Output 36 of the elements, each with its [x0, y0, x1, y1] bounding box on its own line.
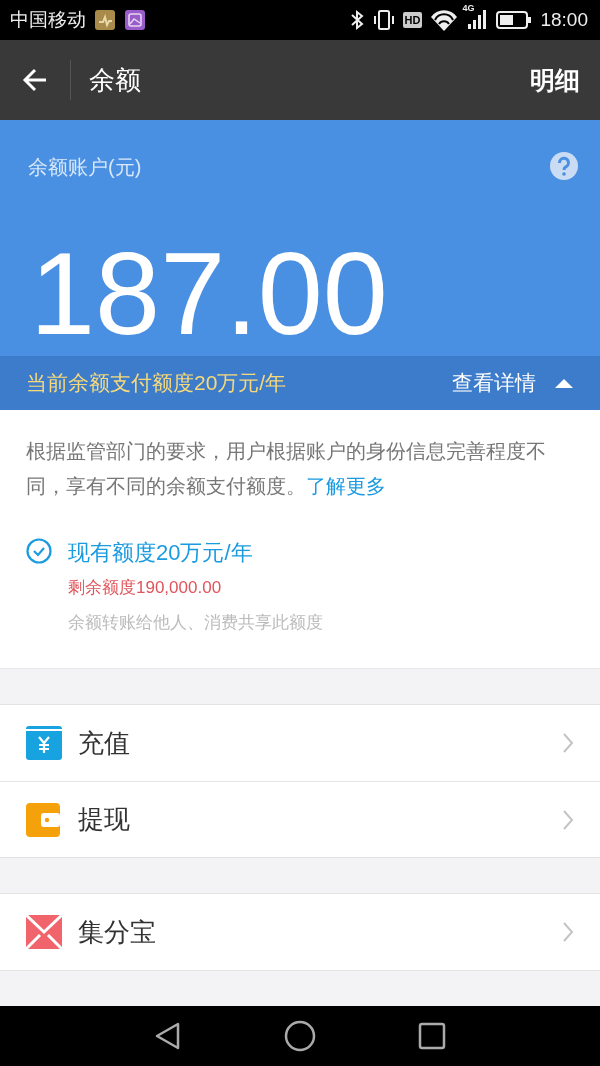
home-nav-button[interactable] — [284, 1020, 316, 1052]
carrier-name: 中国移动 — [10, 8, 86, 32]
chevron-right-icon — [562, 732, 574, 754]
health-app-icon — [94, 9, 116, 31]
limit-summary: 当前余额支付额度20万元/年 — [26, 370, 288, 397]
menu-item[interactable]: 充值 — [0, 705, 600, 781]
limit-description: 根据监管部门的要求，用户根据账户的身份信息完善程度不同，享有不同的余额支付额度。了解更多 — [26, 439, 547, 499]
menu-item[interactable]: 集分宝 — [0, 894, 600, 970]
home-icon — [284, 1020, 316, 1052]
limit-note: 余额转账给他人、消费共享此额度 — [68, 612, 323, 634]
hd-badge: HD — [402, 12, 423, 28]
chevron-right-icon — [562, 808, 574, 831]
battery-icon — [496, 9, 533, 31]
remaining-limit: 剩余额度190,000.00 — [68, 577, 223, 599]
recents-nav-button[interactable] — [416, 1020, 448, 1052]
help-icon — [550, 152, 578, 180]
wifi-icon — [430, 9, 459, 31]
balance-amount: 187.00 — [30, 235, 389, 352]
current-limit: 现有额度20万元/年 — [68, 539, 254, 567]
vibrate-icon — [372, 9, 395, 31]
recent-apps-icon — [416, 1020, 448, 1052]
signal-icon — [466, 9, 489, 31]
page-title: 余额 — [89, 63, 142, 97]
view-details-toggle[interactable]: 查看详情 — [452, 369, 574, 398]
gallery-app-icon — [124, 9, 146, 31]
yuan-card-icon — [26, 726, 62, 760]
details-button[interactable]: 明细 — [530, 63, 580, 97]
chevron-right-icon — [562, 921, 574, 943]
network-type: 4G — [462, 3, 475, 13]
envelope-icon — [26, 915, 62, 949]
balance-label: 余额账户(元) — [28, 155, 142, 180]
wallet-icon — [26, 802, 62, 837]
clock-time: 18:00 — [540, 9, 588, 31]
back-button[interactable] — [22, 67, 48, 93]
back-arrow-icon — [22, 67, 48, 93]
menu-item[interactable]: 提现 — [0, 781, 600, 857]
